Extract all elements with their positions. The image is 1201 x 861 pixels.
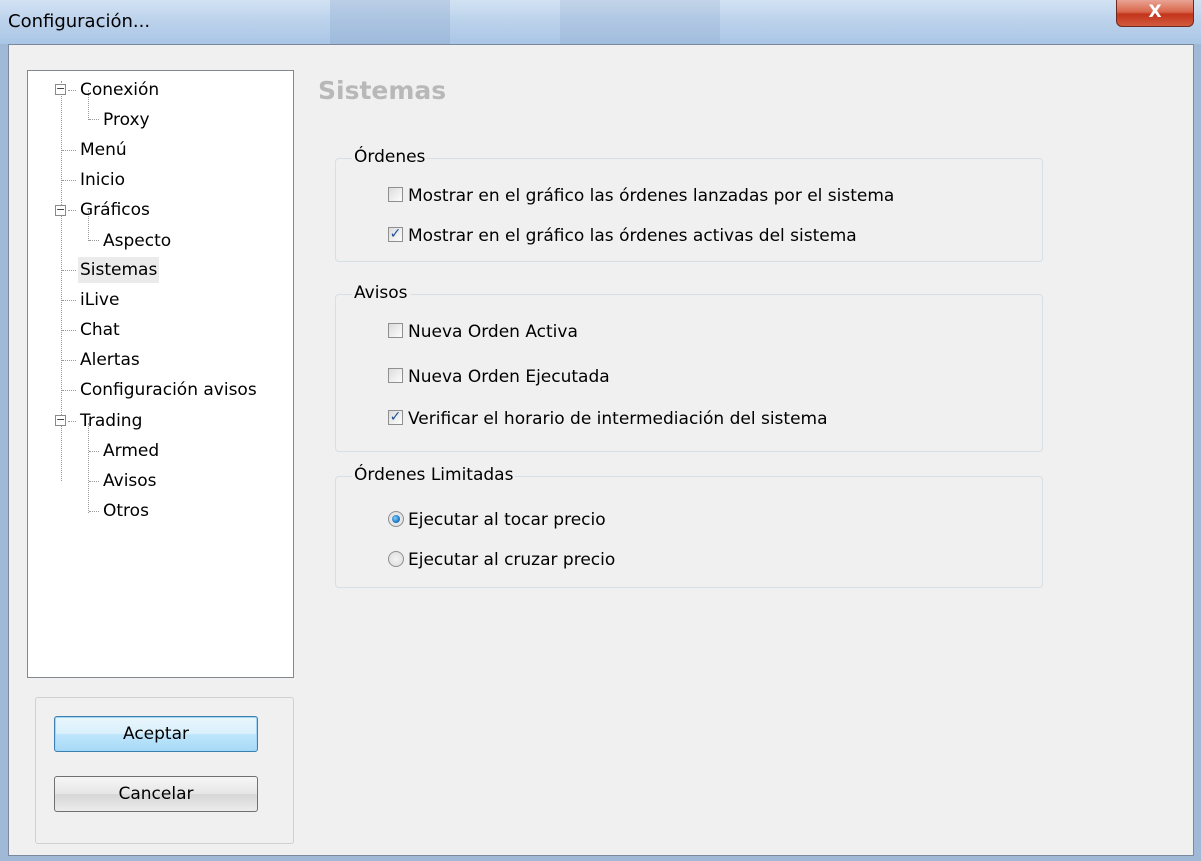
group-legend: Órdenes (352, 147, 428, 167)
ordenes-lanzadas-checkbox[interactable] (388, 187, 403, 202)
tree-connector (62, 270, 76, 271)
ejecutar-tocar-radio[interactable] (388, 511, 404, 527)
accept-button[interactable]: Aceptar (54, 716, 258, 752)
group-legend: Órdenes Limitadas (352, 465, 516, 485)
tree-item-label: Trading (80, 411, 143, 431)
tree-connector (62, 150, 76, 151)
tree-item-label: Chat (80, 320, 120, 340)
tree-connector (62, 330, 76, 331)
tree-item-configuracion-avisos[interactable]: Configuración avisos (78, 377, 259, 403)
ejecutar-cruzar-radio[interactable] (388, 551, 404, 567)
collapse-graficos-icon[interactable]: − (55, 204, 66, 216)
tree-connector (68, 421, 76, 422)
radio-label: Ejecutar al tocar precio (408, 510, 606, 530)
tree-connector (62, 180, 76, 181)
tree-item-label: Armed (103, 441, 160, 461)
tree-item-armed[interactable]: Armed (101, 438, 161, 464)
tree-connector (89, 240, 99, 241)
checkbox-label: Mostrar en el gráfico las órdenes lanzad… (408, 186, 895, 206)
checkbox-label: Nueva Orden Ejecutada (408, 367, 610, 387)
page-title: Sistemas (318, 76, 447, 105)
tree-item-label: Inicio (80, 170, 125, 190)
tree-item-label: Sistemas (78, 257, 160, 283)
tree-item-menu[interactable]: Menú (78, 137, 129, 163)
tree-item-avisos[interactable]: Avisos (101, 468, 159, 494)
tree-item-label: Conexión (80, 80, 160, 100)
tree-item-proxy[interactable]: Proxy (101, 107, 152, 133)
tree-item-label: Avisos (103, 471, 157, 491)
tree-connector (89, 119, 99, 120)
tree-connector (62, 360, 76, 361)
title-bar-shading (560, 0, 720, 44)
nueva-orden-activa-checkbox[interactable] (388, 323, 403, 338)
close-button[interactable]: X (1116, 0, 1194, 27)
window-title: Configuración... (8, 11, 151, 32)
collapse-trading-icon[interactable]: − (55, 414, 66, 426)
tree-item-label: Proxy (103, 110, 150, 130)
ordenes-activas-checkbox[interactable]: ✓ (388, 227, 403, 242)
collapse-conexion-icon[interactable]: − (55, 83, 66, 95)
ordenes-limitadas-group: Órdenes Limitadas Ejecutar al tocar prec… (335, 465, 1043, 588)
verificar-horario-checkbox[interactable]: ✓ (388, 410, 403, 425)
tree-item-label: Configuración avisos (80, 380, 257, 400)
group-legend: Avisos (352, 283, 410, 303)
tree-connector (89, 451, 99, 452)
tree-item-label: Aspecto (103, 231, 172, 251)
tree-item-ilive[interactable]: iLive (78, 287, 121, 313)
tree-connector (88, 423, 89, 513)
cancel-button[interactable]: Cancelar (54, 776, 258, 812)
tree-item-otros[interactable]: Otros (101, 498, 151, 524)
checkbox-label: Mostrar en el gráfico las órdenes activa… (408, 226, 857, 246)
tree-connector (89, 511, 99, 512)
tree-connector (62, 300, 76, 301)
tree-connector (89, 481, 99, 482)
tree-item-chat[interactable]: Chat (78, 317, 122, 343)
nueva-orden-ejecutada-checkbox[interactable] (388, 368, 403, 383)
tree-item-label: Gráficos (80, 200, 150, 220)
tree-connector (62, 390, 76, 391)
tree-item-conexion[interactable]: Conexión (78, 77, 161, 103)
settings-tree[interactable]: − − − Conexión Proxy Menú Inicio Gráfico… (27, 70, 294, 678)
tree-connector (68, 210, 76, 211)
tree-item-label: Alertas (80, 350, 140, 370)
tree-connector (68, 90, 76, 91)
tree-item-label: Menú (80, 140, 127, 160)
ordenes-group: Órdenes Mostrar en el gráfico las órdene… (335, 147, 1043, 262)
title-bar-shading (330, 0, 450, 44)
checkbox-label: Verificar el horario de intermediación d… (408, 409, 828, 429)
tree-item-trading[interactable]: Trading (78, 408, 144, 434)
tree-item-aspecto[interactable]: Aspecto (101, 228, 173, 254)
tree-item-sistemas[interactable]: Sistemas (78, 257, 160, 283)
tree-item-graficos[interactable]: Gráficos (78, 197, 152, 223)
tree-item-inicio[interactable]: Inicio (78, 167, 127, 193)
tree-item-label: iLive (80, 290, 120, 310)
tree-item-alertas[interactable]: Alertas (78, 347, 142, 373)
checkbox-label: Nueva Orden Activa (408, 322, 578, 342)
avisos-group: Avisos Nueva Orden Activa Nueva Orden Ej… (335, 283, 1043, 452)
title-bar: Configuración... X (0, 0, 1201, 44)
tree-item-label: Otros (103, 501, 149, 521)
radio-label: Ejecutar al cruzar precio (408, 550, 616, 570)
